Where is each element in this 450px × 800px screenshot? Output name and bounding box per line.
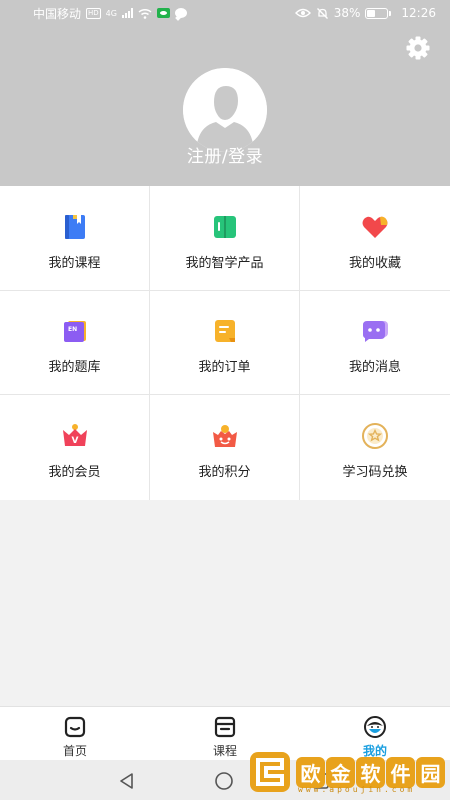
order-icon <box>214 320 235 342</box>
function-grid: 我的课程 我的智学产品 我的收藏 EN 我的题库 我的订单 我的消息 V 我的会… <box>0 186 450 500</box>
menu-label: 我的智学产品 <box>185 255 264 271</box>
star-coin-icon <box>362 423 388 449</box>
menu-my-messages[interactable]: 我的消息 <box>300 291 450 395</box>
menu-label: 我的消息 <box>348 360 401 375</box>
watermark-char: 欧 <box>296 756 325 788</box>
status-right: 38% 12:26 <box>294 6 436 20</box>
menu-label: 我的积分 <box>198 465 251 480</box>
back-icon[interactable] <box>118 772 136 790</box>
watermark: 欧 金 软 件 园 www.apoujin.com <box>248 744 450 800</box>
watermark-char: 园 <box>416 756 445 788</box>
menu-label: 我的收藏 <box>348 255 401 271</box>
status-bar: 中国移动 HD 4G 38% 12:26 <box>0 0 450 26</box>
tab-label: 课程 <box>212 744 237 758</box>
menu-my-question-bank[interactable]: EN 我的题库 <box>0 291 150 395</box>
menu-my-points[interactable]: 我的积分 <box>150 395 300 500</box>
book-icon <box>64 214 85 239</box>
hd-badge: HD <box>86 7 101 19</box>
menu-my-orders[interactable]: 我的订单 <box>150 291 300 395</box>
wifi-icon <box>138 8 152 19</box>
avatar[interactable] <box>183 68 267 152</box>
menu-label: 学习码兑换 <box>342 465 408 480</box>
points-basket-icon <box>212 425 237 447</box>
mute-bell-icon <box>316 7 328 19</box>
watermark-url: www.apoujin.com <box>298 785 416 794</box>
message-notification-icon <box>174 8 187 18</box>
menu-label: 我的题库 <box>48 360 101 375</box>
battery-icon <box>365 7 392 19</box>
watermark-char: 件 <box>386 756 415 788</box>
watermark-chars: 欧 金 软 件 园 <box>296 756 446 788</box>
tab-home[interactable]: 首页 <box>0 707 150 760</box>
carrier-name: 中国移动 <box>33 6 82 21</box>
default-avatar-icon <box>183 68 267 152</box>
login-register-link[interactable]: 注册/登录 <box>0 142 450 167</box>
battery-level <box>367 9 375 17</box>
question-bank-badge: EN <box>68 326 77 333</box>
menu-my-smart-products[interactable]: 我的智学产品 <box>150 186 300 291</box>
menu-my-courses[interactable]: 我的课程 <box>0 186 150 291</box>
watermark-char: 软 <box>356 756 385 788</box>
heart-icon <box>362 216 388 238</box>
menu-my-favorites[interactable]: 我的收藏 <box>300 186 450 291</box>
watermark-logo-icon <box>250 752 290 792</box>
watermark-char: 金 <box>326 756 355 788</box>
menu-my-membership[interactable]: V 我的会员 <box>0 395 150 500</box>
profile-face-icon <box>364 716 386 738</box>
message-icon <box>363 321 388 342</box>
battery-percent: 38% <box>333 6 361 20</box>
course-icon <box>214 716 236 738</box>
clock: 12:26 <box>401 6 436 20</box>
network-type: 4G <box>105 8 117 18</box>
open-book-icon <box>213 215 236 238</box>
menu-label: 我的课程 <box>48 255 101 271</box>
profile-header: 注册/登录 <box>0 26 450 186</box>
question-bank-icon: EN <box>63 321 86 342</box>
eye-comfort-icon <box>294 8 311 18</box>
vip-badge: V <box>71 436 78 446</box>
menu-label: 我的订单 <box>198 360 251 375</box>
signal-icon <box>121 8 133 18</box>
gear-icon[interactable] <box>404 34 432 62</box>
home-circle-icon[interactable] <box>214 771 234 791</box>
wechat-notification-icon <box>156 8 170 18</box>
vip-crown-icon: V <box>62 424 87 446</box>
menu-label: 我的会员 <box>48 465 101 480</box>
status-left: 中国移动 HD 4G <box>33 5 187 22</box>
tab-label: 首页 <box>62 744 87 758</box>
menu-study-code-redeem[interactable]: 学习码兑换 <box>300 395 450 500</box>
home-icon <box>64 716 86 738</box>
